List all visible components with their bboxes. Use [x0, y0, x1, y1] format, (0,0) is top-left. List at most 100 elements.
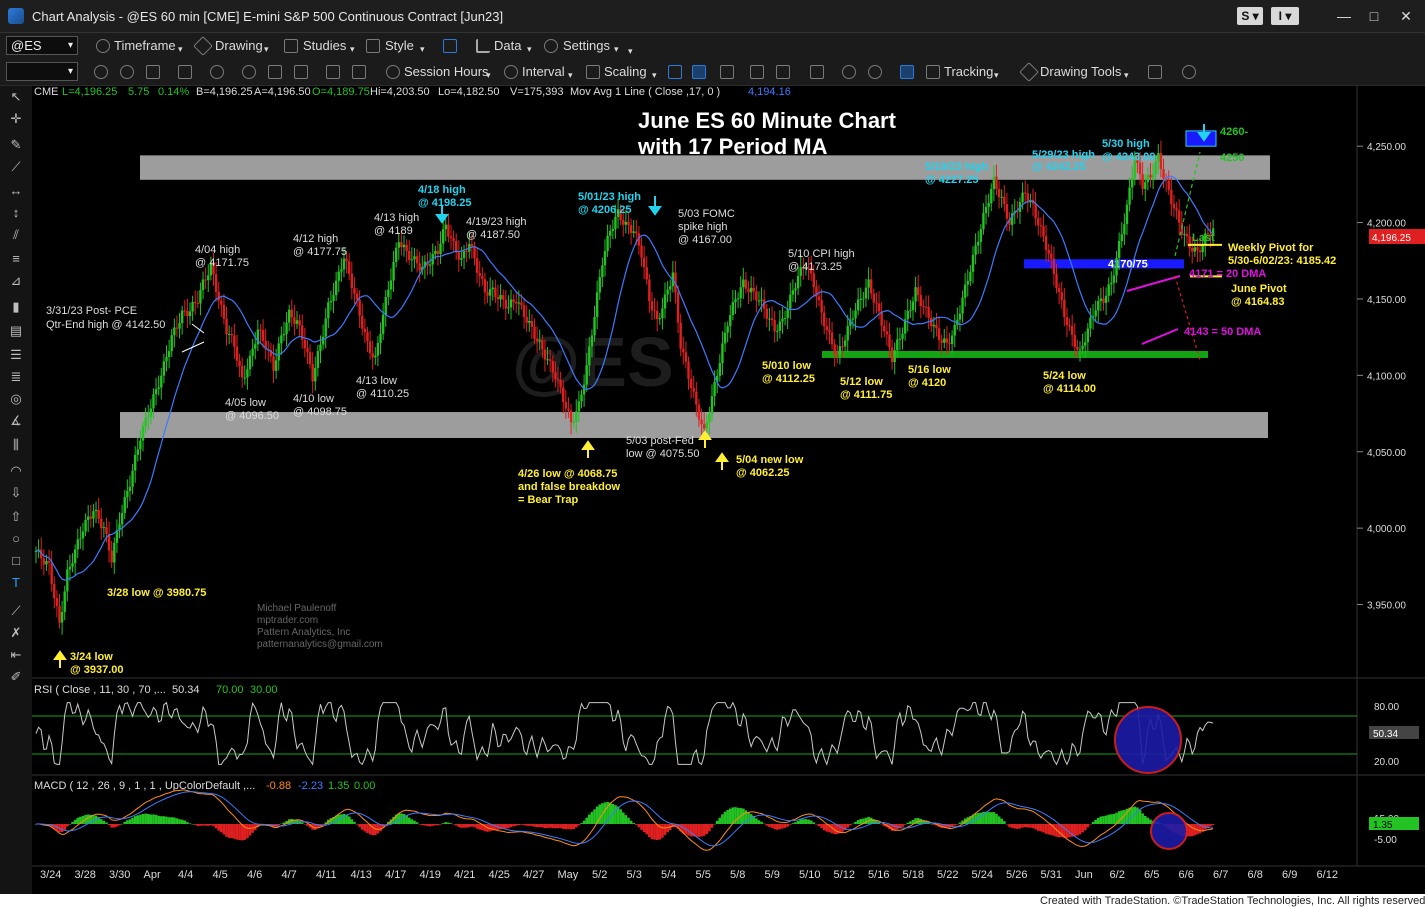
scaling-menu[interactable]: Scaling [604, 63, 647, 81]
i-button[interactable]: I ▾ [1271, 7, 1299, 25]
s-button[interactable]: S ▾ [1237, 7, 1263, 25]
macd-bar [488, 824, 492, 832]
layout-icon[interactable] [443, 39, 457, 53]
timeframe-menu[interactable]: Timeframe [114, 37, 176, 55]
link-icon[interactable] [210, 65, 224, 79]
dots-grid-icon[interactable] [900, 65, 914, 79]
line-tool-icon[interactable]: ⟋ [9, 604, 23, 618]
lock-pencil-icon[interactable]: ✐ [9, 670, 23, 684]
candles-icon[interactable] [692, 65, 706, 79]
histogram-icon[interactable]: ⫼ [9, 438, 23, 452]
candle-body [87, 516, 90, 521]
x-tick-label: 4/19 [420, 869, 441, 881]
image-icon[interactable] [352, 65, 366, 79]
overflow-icon[interactable]: ▾ [628, 42, 633, 60]
expand-icon[interactable] [776, 65, 790, 79]
interval-menu[interactable]: Interval [522, 63, 565, 81]
cycle-icon[interactable]: ◎ [9, 392, 23, 406]
refresh-icon[interactable] [94, 65, 108, 79]
columns-icon[interactable] [720, 65, 734, 79]
collapse-icon[interactable]: ⇤ [9, 648, 23, 662]
macd-bar [1211, 824, 1215, 825]
list-icon[interactable]: ≣ [9, 370, 23, 384]
candle-body [640, 245, 643, 258]
candle-body [298, 320, 301, 326]
annotation-dma50: 4143 = 50 DMA [1184, 326, 1261, 338]
candle-body [535, 338, 539, 342]
window-icon[interactable] [146, 65, 160, 79]
trendline-icon[interactable]: ⟋ [9, 160, 23, 174]
crosshair-icon[interactable]: ✛ [9, 112, 23, 126]
zoom-out-icon[interactable] [868, 65, 882, 79]
export-icon[interactable] [326, 65, 340, 79]
window-title: Chart Analysis - @ES 60 min [CME] E-mini… [32, 9, 504, 24]
text-tool-icon[interactable]: T [9, 576, 23, 590]
levels-icon[interactable]: ▤ [9, 324, 23, 338]
annotation-yellow: @ 4112.25 [762, 373, 815, 385]
macd-bar [742, 808, 745, 824]
eraser-icon[interactable]: ✗ [9, 626, 23, 640]
candle-body [914, 287, 917, 302]
ellipse-icon[interactable]: ○ [9, 532, 23, 546]
candle-body [739, 287, 742, 299]
annotation-cyan: 5/30 high [1102, 138, 1150, 150]
bars-icon[interactable] [668, 65, 682, 79]
speed-lines-icon[interactable]: ∡ [9, 414, 23, 428]
grid-icon[interactable] [268, 65, 282, 79]
candle-body [240, 365, 244, 378]
candle-body [953, 324, 956, 336]
channel-icon[interactable]: ⫽ [9, 228, 23, 242]
interval-input[interactable]: ▾ [6, 62, 78, 81]
fibonacci-icon[interactable]: ≡ [9, 252, 23, 266]
drawing-tools-menu[interactable]: Drawing Tools [1040, 63, 1121, 81]
cursor-icon[interactable]: ↖ [9, 90, 23, 104]
annotation-white: 5/03 post-Fed [626, 435, 694, 447]
maximize-button[interactable]: □ [1360, 6, 1388, 26]
x-tick-label: 5/3 [627, 869, 642, 881]
data-menu[interactable]: Data [494, 37, 521, 55]
split-icon[interactable] [810, 65, 824, 79]
chat-icon[interactable] [1182, 65, 1196, 79]
candle-body [79, 538, 82, 540]
drawing-menu[interactable]: Drawing [215, 37, 263, 55]
candle-body [196, 302, 200, 304]
candle-body [444, 224, 447, 230]
gann-icon[interactable]: ⊿ [9, 274, 23, 288]
candle-body [387, 289, 390, 297]
pencil-icon[interactable]: ✎ [9, 138, 23, 152]
settings-menu[interactable]: Settings [563, 37, 610, 55]
candle-body [622, 220, 625, 225]
candle-body [376, 342, 380, 356]
arc-icon[interactable]: ◠ [9, 464, 23, 478]
horizontal-line-icon[interactable]: ↔ [9, 184, 23, 198]
macd-bar [157, 815, 160, 824]
price-chart[interactable]: @ES 4170/75 CME L=4,196.25 5.75 0.14% B=… [32, 86, 1425, 894]
candle-body [710, 396, 714, 415]
bars-icon[interactable]: ▮ [9, 300, 23, 314]
new-window-icon[interactable] [1148, 65, 1162, 79]
record-icon[interactable] [242, 65, 256, 79]
candle-body [629, 224, 633, 233]
macd-bar [640, 824, 643, 830]
tracking-menu[interactable]: Tracking [944, 63, 993, 81]
candle-body [73, 549, 77, 564]
rectangle-icon[interactable]: □ [9, 554, 23, 568]
studies-menu[interactable]: Studies [303, 37, 346, 55]
arrow-up-icon[interactable]: ⇧ [9, 510, 23, 524]
close-button[interactable]: ✕ [1392, 6, 1420, 26]
candle-body [749, 287, 753, 293]
zoom-in-icon[interactable] [842, 65, 856, 79]
vertical-line-icon[interactable]: ↕ [9, 206, 23, 220]
minimize-button[interactable]: — [1330, 6, 1358, 26]
compress-icon[interactable] [750, 65, 764, 79]
retracement-icon[interactable]: ☰ [9, 348, 23, 362]
sync-icon[interactable] [120, 65, 134, 79]
style-menu[interactable]: Style [385, 37, 414, 55]
macd-bar [449, 823, 453, 824]
page-icon[interactable] [294, 65, 308, 79]
session-hours-menu[interactable]: Session Hours [404, 63, 489, 81]
arrow-down-icon[interactable]: ⇩ [9, 486, 23, 500]
macd-bar [603, 802, 607, 824]
zoom-icon[interactable] [178, 65, 192, 79]
symbol-input[interactable]: @ES ▾ [6, 36, 78, 55]
